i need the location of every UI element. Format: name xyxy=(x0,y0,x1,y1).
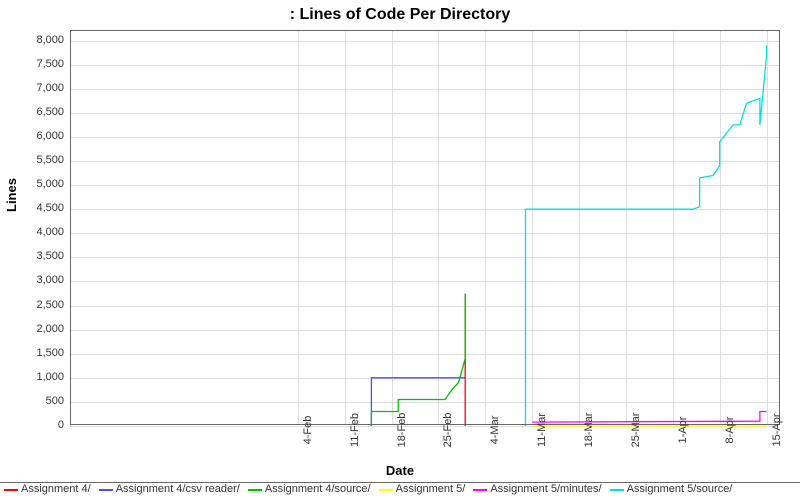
legend-item: Assignment 5/source/ xyxy=(610,484,733,495)
legend-swatch xyxy=(610,489,624,491)
x-tick: 18-Mar xyxy=(583,413,595,448)
legend-item: Assignment 4/ xyxy=(4,484,91,495)
legend-label: Assignment 5/ xyxy=(396,484,466,495)
chart-series xyxy=(70,31,779,425)
x-tick: 25-Feb xyxy=(442,413,454,448)
y-tick: 7,500 xyxy=(6,58,64,70)
y-tick: 6,500 xyxy=(6,106,64,118)
y-tick: 4,000 xyxy=(6,226,64,238)
legend-swatch xyxy=(379,489,393,491)
legend-swatch xyxy=(4,489,18,491)
y-tick: 5,500 xyxy=(6,154,64,166)
legend-label: Assignment 5/minutes/ xyxy=(490,484,601,495)
legend-label: Assignment 5/source/ xyxy=(627,484,733,495)
legend-item: Assignment 5/ xyxy=(379,484,466,495)
x-tick: 11-Mar xyxy=(536,413,548,447)
y-tick: 1,000 xyxy=(6,371,64,383)
legend-item: Assignment 5/minutes/ xyxy=(473,484,601,495)
legend-swatch xyxy=(473,489,487,491)
x-tick: 4-Feb xyxy=(302,416,314,445)
legend-label: Assignment 4/source/ xyxy=(265,484,371,495)
legend-item: Assignment 4/csv reader/ xyxy=(99,484,240,495)
legend-item: Assignment 4/source/ xyxy=(248,484,371,495)
x-tick: 15-Apr xyxy=(771,413,783,446)
y-tick: 3,500 xyxy=(6,250,64,262)
y-tick: 4,500 xyxy=(6,202,64,214)
series-line xyxy=(526,46,767,427)
y-tick: 0 xyxy=(6,419,64,431)
y-tick: 2,500 xyxy=(6,299,64,311)
plot-area xyxy=(70,30,780,425)
x-tick: 8-Apr xyxy=(724,417,736,444)
y-tick: 1,500 xyxy=(6,347,64,359)
y-tick: 5,000 xyxy=(6,178,64,190)
x-tick: 18-Feb xyxy=(396,413,408,448)
x-axis-label: Date xyxy=(0,463,800,478)
series-line xyxy=(371,294,465,427)
chart-title: : Lines of Code Per Directory xyxy=(0,6,800,24)
y-tick: 7,000 xyxy=(6,82,64,94)
x-tick: 1-Apr xyxy=(677,417,689,444)
x-tick: 4-Mar xyxy=(489,416,501,445)
x-tick: 25-Mar xyxy=(630,413,642,448)
legend-swatch xyxy=(99,489,113,491)
y-tick: 3,000 xyxy=(6,274,64,286)
y-tick: 2,000 xyxy=(6,323,64,335)
x-tick: 11-Feb xyxy=(349,413,361,447)
y-tick: 6,000 xyxy=(6,130,64,142)
y-tick: 8,000 xyxy=(6,34,64,46)
legend-label: Assignment 4/csv reader/ xyxy=(116,484,240,495)
y-tick: 500 xyxy=(6,395,64,407)
legend: Assignment 4/Assignment 4/csv reader/Ass… xyxy=(0,482,800,495)
legend-swatch xyxy=(248,489,262,491)
legend-label: Assignment 4/ xyxy=(21,484,91,495)
